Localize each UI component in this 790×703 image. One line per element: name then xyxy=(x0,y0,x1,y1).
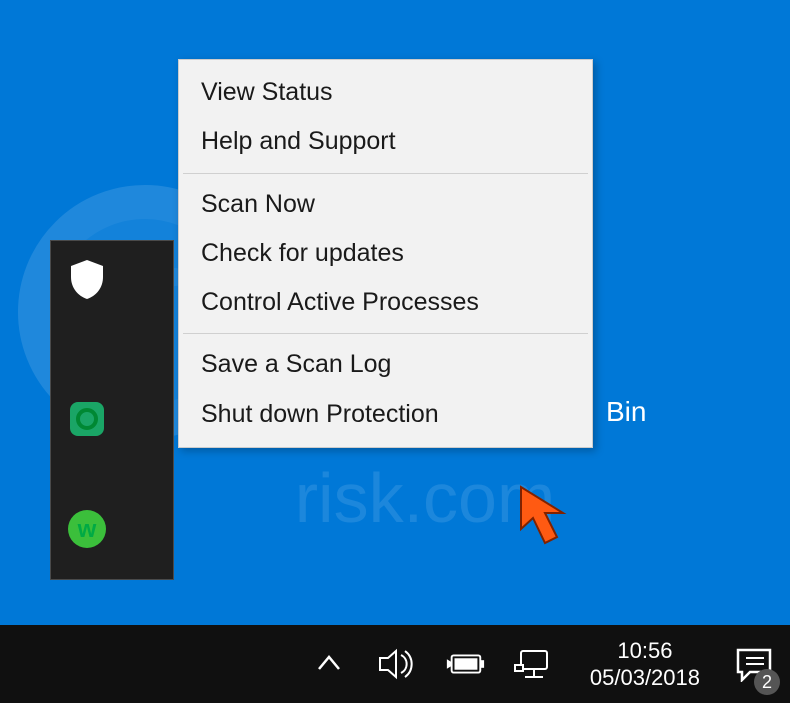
menu-item-scan-now[interactable]: Scan Now xyxy=(179,180,592,229)
menu-separator xyxy=(183,173,588,174)
desktop-area: risk.com w View Status Help and Support … xyxy=(0,0,790,703)
antivirus-green-icon[interactable] xyxy=(59,391,115,447)
tray-overflow-popup[interactable]: w xyxy=(50,240,174,580)
clock-time: 10:56 xyxy=(590,637,700,665)
clock-date: 05/03/2018 xyxy=(590,664,700,692)
action-center-button[interactable]: 2 xyxy=(718,625,790,703)
tray-overflow-chevron-icon[interactable] xyxy=(308,643,350,685)
notification-badge: 2 xyxy=(754,669,780,695)
taskbar: 10:56 05/03/2018 2 xyxy=(0,625,790,703)
menu-item-shut-down-protection[interactable]: Shut down Protection xyxy=(179,390,592,439)
defender-shield-icon[interactable] xyxy=(59,251,115,307)
recycle-bin-label[interactable]: Bin xyxy=(606,396,646,428)
svg-text:w: w xyxy=(77,516,97,543)
taskbar-clock[interactable]: 10:56 05/03/2018 xyxy=(572,637,718,692)
network-icon[interactable] xyxy=(512,643,554,685)
tray-context-menu: View Status Help and Support Scan Now Ch… xyxy=(178,59,593,448)
volume-icon[interactable] xyxy=(376,643,418,685)
menu-item-view-status[interactable]: View Status xyxy=(179,68,592,117)
system-tray xyxy=(308,643,572,685)
menu-item-save-scan-log[interactable]: Save a Scan Log xyxy=(179,340,592,389)
tray-app-green-circle-icon[interactable]: w xyxy=(59,501,115,557)
menu-item-check-updates[interactable]: Check for updates xyxy=(179,229,592,278)
menu-separator xyxy=(183,333,588,334)
svg-text:risk.com: risk.com xyxy=(295,459,556,537)
menu-item-control-processes[interactable]: Control Active Processes xyxy=(179,278,592,327)
menu-item-help-support[interactable]: Help and Support xyxy=(179,117,592,166)
annotation-arrow-icon xyxy=(519,485,593,555)
battery-icon[interactable] xyxy=(444,643,486,685)
